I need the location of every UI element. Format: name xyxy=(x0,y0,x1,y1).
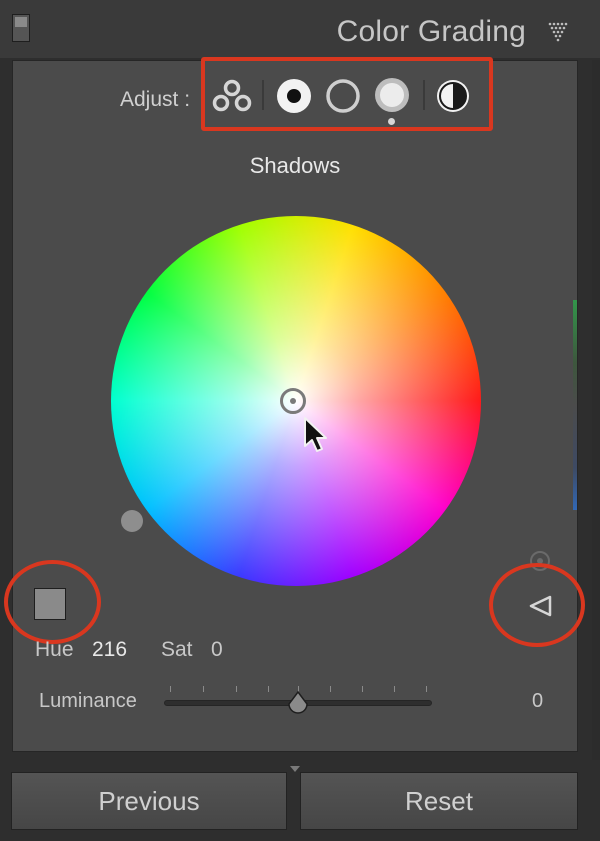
panel-toggle-button[interactable] xyxy=(12,14,30,42)
slider-tick xyxy=(203,686,204,692)
collapse-triangle-icon[interactable] xyxy=(548,22,570,42)
color-grading-app: Color Grading Adjust : Shadows Hue 216 S… xyxy=(0,0,600,841)
luminance-label: Luminance xyxy=(39,690,137,712)
luminance-slider-thumb[interactable] xyxy=(286,690,310,721)
previous-button[interactable]: Previous xyxy=(11,772,287,830)
slider-tick xyxy=(170,686,171,692)
side-color-indicator xyxy=(573,300,577,510)
hue-label: Hue xyxy=(35,638,74,661)
slider-tick xyxy=(268,686,269,692)
slider-tick xyxy=(426,686,427,692)
annotation-swatch-highlight xyxy=(4,560,101,644)
reset-button[interactable]: Reset xyxy=(300,772,578,830)
luminance-value[interactable]: 0 xyxy=(532,690,543,713)
slider-tick xyxy=(362,686,363,692)
adjust-label: Adjust : xyxy=(120,88,191,111)
slider-tick xyxy=(394,686,395,692)
annotation-toolbar-highlight xyxy=(201,57,493,131)
wheel-mode-title: Shadows xyxy=(249,153,341,178)
hue-sat-handle[interactable] xyxy=(280,388,306,414)
sat-value[interactable]: 0 xyxy=(211,638,223,662)
slider-tick xyxy=(330,686,331,692)
sat-label: Sat xyxy=(161,638,193,661)
saturation-handle[interactable] xyxy=(121,510,143,532)
panel-title: Color Grading xyxy=(336,15,526,48)
annotation-expand-highlight xyxy=(489,563,585,647)
right-scroll-edge xyxy=(592,60,600,760)
hue-value[interactable]: 216 xyxy=(92,638,127,662)
slider-tick xyxy=(236,686,237,692)
mouse-cursor-icon xyxy=(303,416,329,459)
panel-header: Color Grading xyxy=(0,0,600,58)
